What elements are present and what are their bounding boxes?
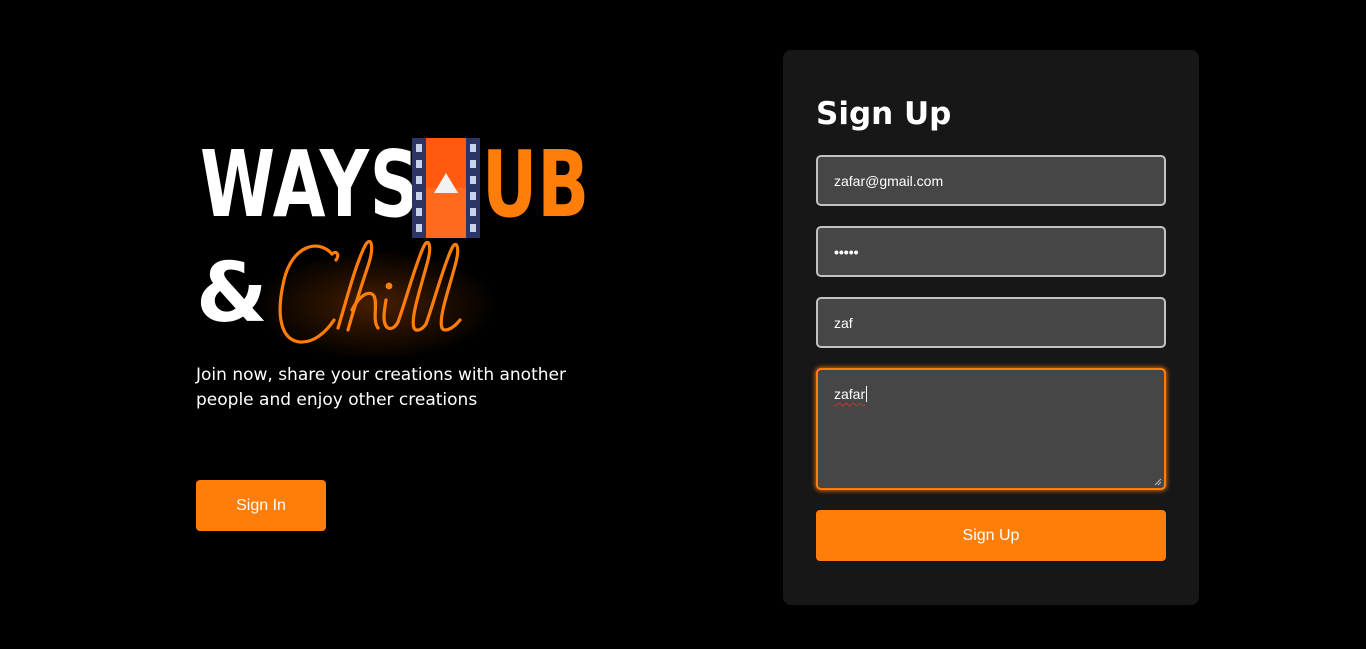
email-value: zafar@gmail.com <box>834 172 944 189</box>
bio-textarea[interactable]: zafar <box>816 368 1166 490</box>
signup-card: Sign Up zafar@gmail.com ••••• zaf zafar … <box>783 50 1199 605</box>
email-field[interactable]: zafar@gmail.com <box>816 155 1166 206</box>
password-field[interactable]: ••••• <box>816 226 1166 277</box>
sign-in-button[interactable]: Sign In <box>196 480 326 531</box>
text-caret <box>866 386 868 402</box>
password-mask: ••••• <box>834 243 859 260</box>
signup-page: WAYS UB & Join now, share your creations… <box>0 0 1366 649</box>
brand-logo: WAYS UB <box>196 130 616 240</box>
resize-grip-icon[interactable] <box>1154 478 1162 486</box>
full-name-value: zaf <box>834 314 853 331</box>
sign-up-button[interactable]: Sign Up <box>816 510 1166 561</box>
form-title: Sign Up <box>816 96 952 132</box>
bio-value: zafar <box>834 386 866 402</box>
ampersand-text: & <box>196 246 268 341</box>
logo-ways-text: WAYS <box>200 131 420 238</box>
logo-hub-text: UB <box>482 131 590 238</box>
chill-script-logo <box>278 239 462 344</box>
film-play-icon <box>412 138 480 238</box>
hero-tagline: Join now, share your creations with anot… <box>196 365 566 410</box>
hero-section: WAYS UB & Join now, share your creations… <box>196 130 616 413</box>
brand-tagline-art: & <box>196 239 616 365</box>
full-name-field[interactable]: zaf <box>816 297 1166 348</box>
